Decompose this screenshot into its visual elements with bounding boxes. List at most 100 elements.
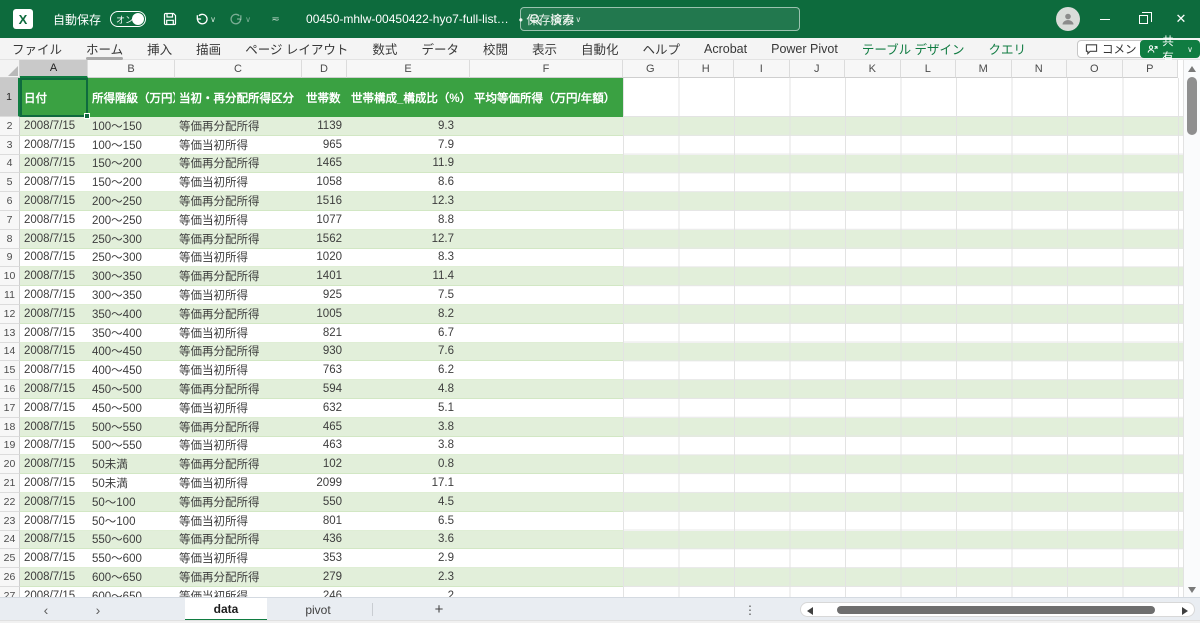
cell-C14[interactable]: 等価再分配所得 bbox=[175, 343, 302, 362]
cell-F13[interactable] bbox=[470, 324, 623, 343]
cell-C8[interactable]: 等価再分配所得 bbox=[175, 230, 302, 249]
cell-A12[interactable]: 2008/7/15 bbox=[20, 305, 88, 324]
cell-E7[interactable]: 8.8 bbox=[347, 211, 470, 230]
add-sheet-button[interactable]: + bbox=[428, 598, 450, 621]
cell-E10[interactable]: 11.4 bbox=[347, 267, 470, 287]
cell-A11[interactable]: 2008/7/15 bbox=[20, 286, 88, 305]
table-header-cell-E1[interactable]: 世帯構成_構成比（%） bbox=[347, 78, 470, 117]
cell-D5[interactable]: 1058 bbox=[302, 173, 347, 193]
row-header-27[interactable]: 27 bbox=[0, 586, 20, 597]
column-header-L[interactable]: L bbox=[900, 60, 956, 78]
row-header-2[interactable]: 2 bbox=[0, 117, 20, 136]
cell-A8[interactable]: 2008/7/15 bbox=[20, 230, 88, 249]
cell-B16[interactable]: 450～500 bbox=[88, 380, 175, 399]
cell-B17[interactable]: 450～500 bbox=[88, 399, 175, 418]
cell-F23[interactable] bbox=[470, 512, 623, 531]
ribbon-tab-2[interactable]: ホーム bbox=[74, 38, 135, 60]
search-box[interactable]: 検索 bbox=[520, 7, 800, 31]
column-header-M[interactable]: M bbox=[956, 60, 1012, 78]
cell-F4[interactable] bbox=[470, 155, 623, 174]
cell-C24[interactable]: 等価再分配所得 bbox=[175, 531, 302, 550]
cell-D7[interactable]: 1077 bbox=[302, 211, 347, 230]
document-title[interactable]: 00450-mhlw-00450422-hyo7-full-list… bbox=[306, 12, 509, 26]
cell-F7[interactable] bbox=[470, 211, 623, 230]
cell-F14[interactable] bbox=[470, 343, 623, 362]
cell-E16[interactable]: 4.8 bbox=[347, 380, 470, 399]
cell-F10[interactable] bbox=[470, 267, 623, 287]
row-header-19[interactable]: 19 bbox=[0, 436, 20, 456]
cell-B11[interactable]: 300～350 bbox=[88, 286, 175, 305]
cell-D23[interactable]: 801 bbox=[302, 512, 347, 531]
sheet-tab-pivot[interactable]: pivot bbox=[283, 598, 353, 621]
cell-D6[interactable]: 1516 bbox=[302, 192, 347, 211]
row-header-25[interactable]: 25 bbox=[0, 549, 20, 569]
cell-A10[interactable]: 2008/7/15 bbox=[20, 267, 88, 287]
row-header-17[interactable]: 17 bbox=[0, 398, 20, 418]
cell-C17[interactable]: 等価当初所得 bbox=[175, 399, 302, 418]
cell-C21[interactable]: 等価当初所得 bbox=[175, 474, 302, 493]
cell-B22[interactable]: 50～100 bbox=[88, 493, 175, 512]
empty-cells[interactable] bbox=[623, 117, 1183, 597]
row-header-8[interactable]: 8 bbox=[0, 229, 20, 249]
cell-B20[interactable]: 50未満 bbox=[88, 455, 175, 475]
cell-D4[interactable]: 1465 bbox=[302, 155, 347, 174]
cell-A4[interactable]: 2008/7/15 bbox=[20, 155, 88, 174]
cell-D19[interactable]: 463 bbox=[302, 437, 347, 456]
share-button[interactable]: 共有 ∨ bbox=[1140, 36, 1200, 64]
row-header-10[interactable]: 10 bbox=[0, 267, 20, 287]
row-header-6[interactable]: 6 bbox=[0, 192, 20, 211]
row-header-3[interactable]: 3 bbox=[0, 135, 20, 155]
cell-E15[interactable]: 6.2 bbox=[347, 361, 470, 381]
row-header-21[interactable]: 21 bbox=[0, 474, 20, 493]
cell-C26[interactable]: 等価再分配所得 bbox=[175, 568, 302, 587]
ribbon-tab-1[interactable]: ファイル bbox=[0, 38, 74, 60]
restore-button[interactable] bbox=[1124, 0, 1162, 38]
cell-C6[interactable]: 等価再分配所得 bbox=[175, 192, 302, 211]
cell-E21[interactable]: 17.1 bbox=[347, 474, 470, 493]
row-header-7[interactable]: 7 bbox=[0, 210, 20, 230]
user-avatar[interactable] bbox=[1056, 7, 1080, 31]
cell-E3[interactable]: 7.9 bbox=[347, 136, 470, 155]
cell-E8[interactable]: 12.7 bbox=[347, 230, 470, 249]
cell-F3[interactable] bbox=[470, 136, 623, 155]
cell-F8[interactable] bbox=[470, 230, 623, 249]
cell-F20[interactable] bbox=[470, 455, 623, 475]
cell-A27[interactable]: 2008/7/15 bbox=[20, 587, 88, 597]
ribbon-tab-10[interactable]: 自動化 bbox=[569, 38, 631, 60]
minimize-button[interactable] bbox=[1086, 0, 1124, 38]
row-header-14[interactable]: 14 bbox=[0, 342, 20, 362]
cell-F25[interactable] bbox=[470, 549, 623, 569]
cell-A15[interactable]: 2008/7/15 bbox=[20, 361, 88, 381]
cell-B4[interactable]: 150～200 bbox=[88, 155, 175, 174]
cell-D16[interactable]: 594 bbox=[302, 380, 347, 399]
cell-A23[interactable]: 2008/7/15 bbox=[20, 512, 88, 531]
cell-B7[interactable]: 200～250 bbox=[88, 211, 175, 230]
undo-button[interactable]: ∨ bbox=[194, 8, 216, 30]
cell-C10[interactable]: 等価再分配所得 bbox=[175, 267, 302, 287]
row-header-22[interactable]: 22 bbox=[0, 492, 20, 512]
cell-E25[interactable]: 2.9 bbox=[347, 549, 470, 569]
cell-F16[interactable] bbox=[470, 380, 623, 399]
cell-E2[interactable]: 9.3 bbox=[347, 117, 470, 136]
cell-D18[interactable]: 465 bbox=[302, 418, 347, 437]
cell-A2[interactable]: 2008/7/15 bbox=[20, 117, 88, 136]
cell-E14[interactable]: 7.6 bbox=[347, 343, 470, 362]
column-header-N[interactable]: N bbox=[1011, 60, 1067, 78]
ribbon-tab-15[interactable]: クエリ bbox=[977, 38, 1039, 60]
row-header-4[interactable]: 4 bbox=[0, 154, 20, 174]
table-header-cell-A1[interactable]: 日付 bbox=[20, 78, 88, 117]
cell-B23[interactable]: 50～100 bbox=[88, 512, 175, 531]
scroll-left-icon[interactable] bbox=[807, 606, 813, 615]
column-header-E[interactable]: E bbox=[347, 60, 470, 78]
cell-A24[interactable]: 2008/7/15 bbox=[20, 531, 88, 550]
cell-F9[interactable] bbox=[470, 249, 623, 268]
cell-B9[interactable]: 250～300 bbox=[88, 249, 175, 268]
cell-C18[interactable]: 等価再分配所得 bbox=[175, 418, 302, 437]
cell-B10[interactable]: 300～350 bbox=[88, 267, 175, 287]
cell-D20[interactable]: 102 bbox=[302, 455, 347, 475]
ribbon-tab-8[interactable]: 校閲 bbox=[471, 38, 520, 60]
table-header-cell-F1[interactable]: 平均等価所得（万円/年額） bbox=[470, 78, 623, 117]
cell-F17[interactable] bbox=[470, 399, 623, 418]
cell-B13[interactable]: 350～400 bbox=[88, 324, 175, 343]
row-header-5[interactable]: 5 bbox=[0, 173, 20, 193]
